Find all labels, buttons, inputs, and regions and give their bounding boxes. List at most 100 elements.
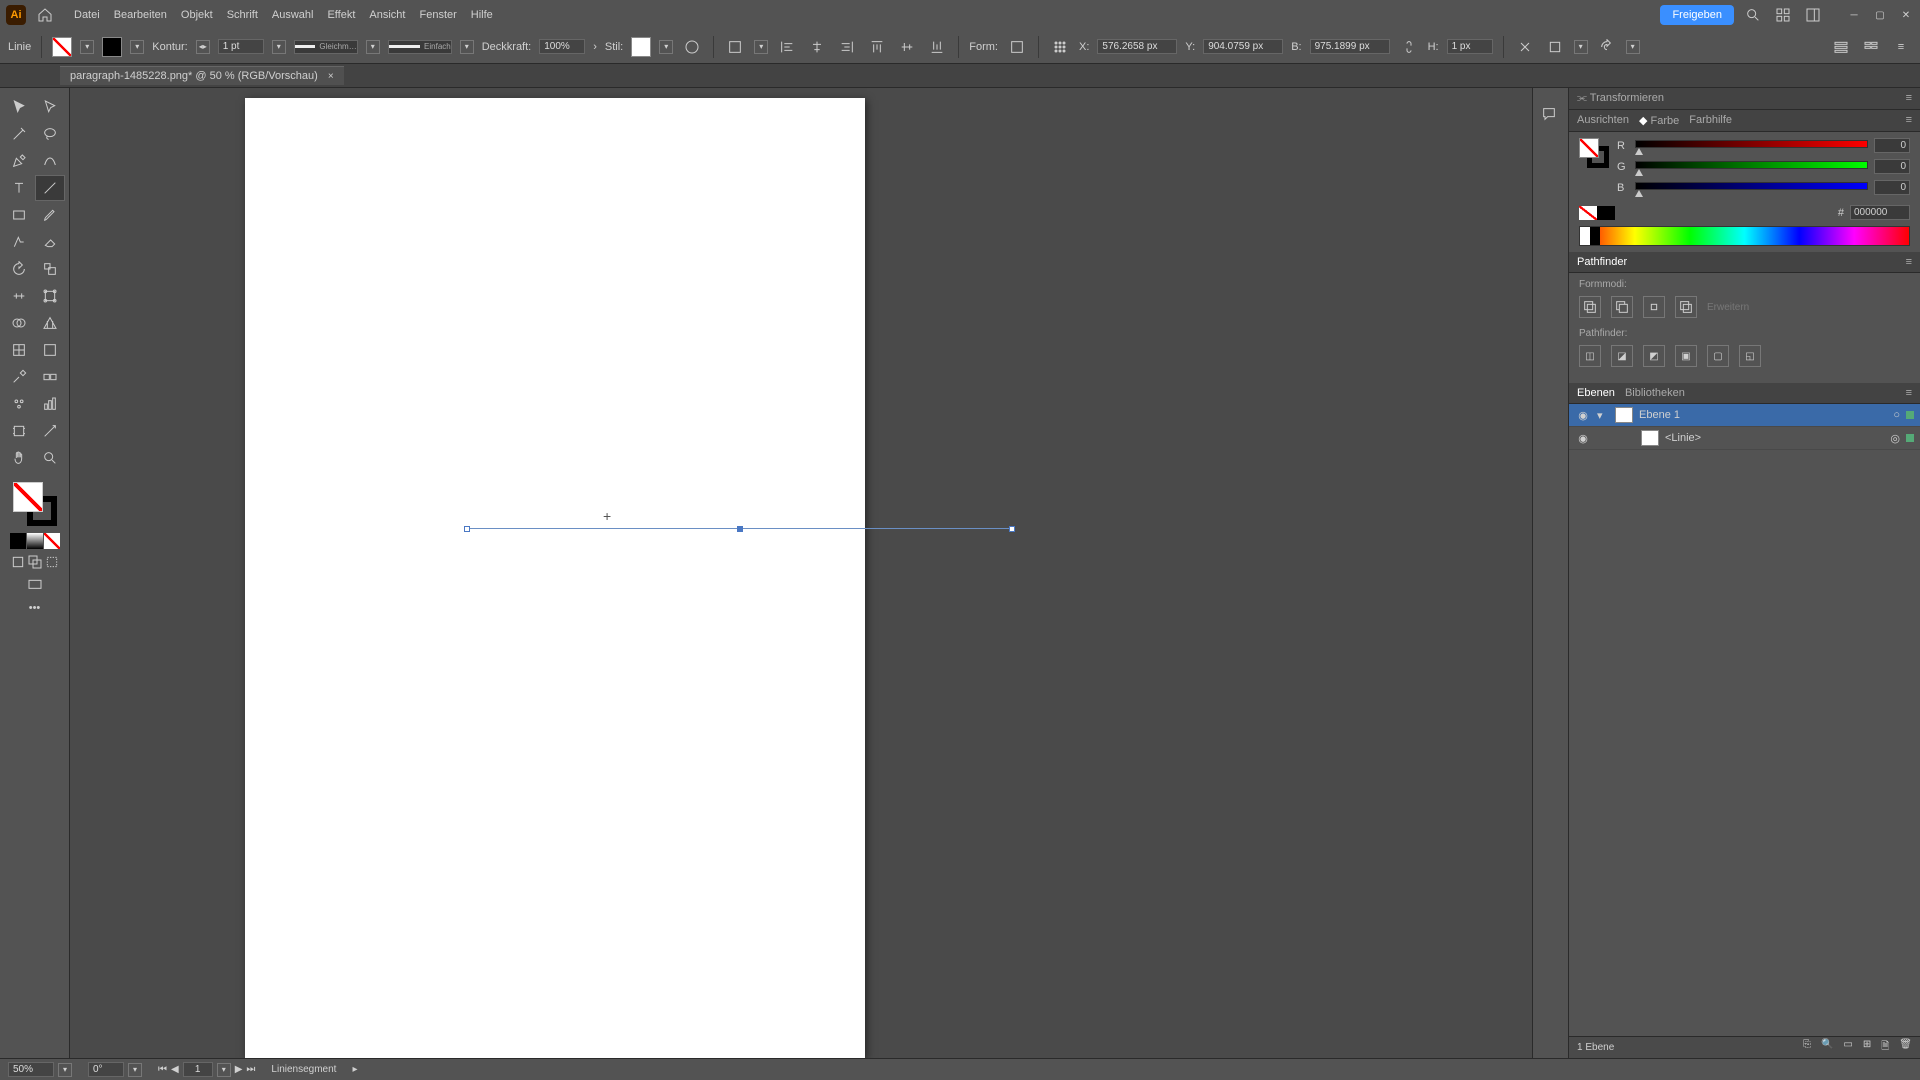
- curvature-tool[interactable]: [35, 148, 65, 174]
- variable-width-profile[interactable]: Gleichm…: [294, 40, 358, 54]
- home-icon[interactable]: [34, 5, 56, 25]
- pathfinder-minus-front-icon[interactable]: [1611, 296, 1633, 318]
- width-tool[interactable]: [4, 283, 34, 309]
- pen-tool[interactable]: [4, 148, 34, 174]
- black-swatch[interactable]: [1597, 206, 1615, 220]
- window-minimize-icon[interactable]: ─: [1846, 7, 1862, 23]
- stroke-weight-field[interactable]: 1 pt: [218, 39, 264, 54]
- color-panel-menu-icon[interactable]: ≡: [1906, 114, 1912, 127]
- workspace-icon[interactable]: [1802, 4, 1824, 26]
- stroke-weight-stepper[interactable]: ◂▸: [196, 40, 210, 54]
- hand-tool[interactable]: [4, 445, 34, 471]
- align-tab[interactable]: Ausrichten: [1577, 114, 1629, 127]
- transform-panel-link[interactable]: ⫘ Transformieren: [1577, 92, 1664, 105]
- rotation-dropdown[interactable]: ▾: [128, 1063, 142, 1077]
- pathfinder-minus-back-icon[interactable]: ◱: [1739, 345, 1761, 367]
- recolor-icon[interactable]: [681, 36, 703, 58]
- line-segment-tool[interactable]: [35, 175, 65, 201]
- align-bottom-icon[interactable]: [926, 36, 948, 58]
- menu-objekt[interactable]: Objekt: [181, 9, 213, 21]
- fill-stroke-indicator[interactable]: [13, 482, 57, 526]
- artboard-nav-dropdown[interactable]: ▾: [217, 1063, 231, 1077]
- artboard-prev-first-icon[interactable]: ⏮: [158, 1064, 167, 1075]
- pathfinder-intersect-icon[interactable]: [1643, 296, 1665, 318]
- fill-dropdown[interactable]: ▾: [80, 40, 94, 54]
- panel-menu-icon[interactable]: ≡: [1906, 92, 1912, 105]
- layers-tab[interactable]: Ebenen: [1577, 387, 1615, 399]
- stroke-weight-dropdown[interactable]: ▾: [272, 40, 286, 54]
- rotation-field[interactable]: 0°: [88, 1062, 124, 1077]
- layer-delete-icon[interactable]: 🗑: [1899, 1039, 1912, 1056]
- opacity-more[interactable]: ›: [593, 41, 597, 53]
- zoom-dropdown[interactable]: ▾: [58, 1063, 72, 1077]
- comments-panel-icon[interactable]: [1541, 106, 1561, 126]
- h-field[interactable]: 1 px: [1447, 39, 1493, 54]
- fill-swatch[interactable]: [52, 37, 72, 57]
- pathfinder-unite-icon[interactable]: [1579, 296, 1601, 318]
- lasso-tool[interactable]: [35, 121, 65, 147]
- selection-handle-left[interactable]: [464, 526, 470, 532]
- shaper-tool[interactable]: [4, 229, 34, 255]
- stroke-swatch[interactable]: [102, 37, 122, 57]
- artboard-tool[interactable]: [4, 418, 34, 444]
- artboard-nav-field[interactable]: 1: [183, 1062, 213, 1077]
- fill-indicator[interactable]: [13, 482, 43, 512]
- layer-clip-icon[interactable]: ▭: [1843, 1039, 1852, 1056]
- paintbrush-tool[interactable]: [35, 202, 65, 228]
- b-slider[interactable]: [1635, 182, 1868, 194]
- libraries-tab[interactable]: Bibliotheken: [1625, 387, 1685, 399]
- align-vcenter-icon[interactable]: [896, 36, 918, 58]
- panel-toggle-icon[interactable]: [1830, 36, 1852, 58]
- screen-mode-icon[interactable]: [27, 577, 43, 593]
- artboard-prev-icon[interactable]: ◀: [171, 1064, 179, 1075]
- arrange-icon[interactable]: [1772, 4, 1794, 26]
- style-swatch[interactable]: [631, 37, 651, 57]
- shape-builder-tool[interactable]: [4, 310, 34, 336]
- none-swatch[interactable]: [1579, 206, 1597, 220]
- layer-search-icon[interactable]: 🔍: [1821, 1039, 1833, 1056]
- artboard-next-icon[interactable]: ▶: [235, 1064, 243, 1075]
- zoom-field[interactable]: 50%: [8, 1062, 54, 1077]
- g-slider[interactable]: [1635, 161, 1868, 173]
- gradient-tool[interactable]: [35, 337, 65, 363]
- x-field[interactable]: 576.2658 px: [1097, 39, 1177, 54]
- w-field[interactable]: 975.1899 px: [1310, 39, 1390, 54]
- window-close-icon[interactable]: ✕: [1898, 7, 1914, 23]
- canvas[interactable]: +: [70, 88, 1532, 1058]
- draw-inside-icon[interactable]: [44, 554, 60, 570]
- pathfinder-tab[interactable]: Pathfinder: [1577, 256, 1627, 268]
- mesh-tool[interactable]: [4, 337, 34, 363]
- pathfinder-exclude-icon[interactable]: [1675, 296, 1697, 318]
- menu-auswahl[interactable]: Auswahl: [272, 9, 314, 21]
- selection-handle-center[interactable]: [737, 526, 743, 532]
- search-icon[interactable]: [1742, 4, 1764, 26]
- selection-handle-right[interactable]: [1009, 526, 1015, 532]
- r-slider[interactable]: [1635, 140, 1868, 152]
- g-value-field[interactable]: 0: [1874, 159, 1910, 174]
- style-dropdown[interactable]: ▾: [659, 40, 673, 54]
- stroke-dropdown[interactable]: ▾: [130, 40, 144, 54]
- panel-menu-icon[interactable]: ≡: [1890, 36, 1912, 58]
- menu-effekt[interactable]: Effekt: [327, 9, 355, 21]
- layer-locate-icon[interactable]: ⎘: [1803, 1039, 1811, 1056]
- color-mode-gradient[interactable]: [27, 533, 43, 549]
- type-tool[interactable]: [4, 175, 34, 201]
- blend-tool[interactable]: [35, 364, 65, 390]
- b-value-field[interactable]: 0: [1874, 180, 1910, 195]
- align-hcenter-icon[interactable]: [806, 36, 828, 58]
- share-button[interactable]: Freigeben: [1660, 5, 1734, 25]
- layer-name[interactable]: Ebene 1: [1639, 409, 1680, 421]
- color-mode-none[interactable]: [44, 533, 60, 549]
- perspective-grid-tool[interactable]: [35, 310, 65, 336]
- menu-datei[interactable]: Datei: [74, 9, 100, 21]
- free-transform-tool[interactable]: [35, 283, 65, 309]
- pathfinder-merge-icon[interactable]: ◩: [1643, 345, 1665, 367]
- align-right-icon[interactable]: [836, 36, 858, 58]
- layer-new-sublayer-icon[interactable]: ⊞: [1863, 1039, 1871, 1056]
- direct-selection-tool[interactable]: [35, 94, 65, 120]
- color-mode-solid[interactable]: [10, 533, 26, 549]
- constrain-proportions-icon[interactable]: [1398, 36, 1420, 58]
- r-value-field[interactable]: 0: [1874, 138, 1910, 153]
- color-spectrum[interactable]: [1579, 226, 1910, 246]
- magic-wand-tool[interactable]: [4, 121, 34, 147]
